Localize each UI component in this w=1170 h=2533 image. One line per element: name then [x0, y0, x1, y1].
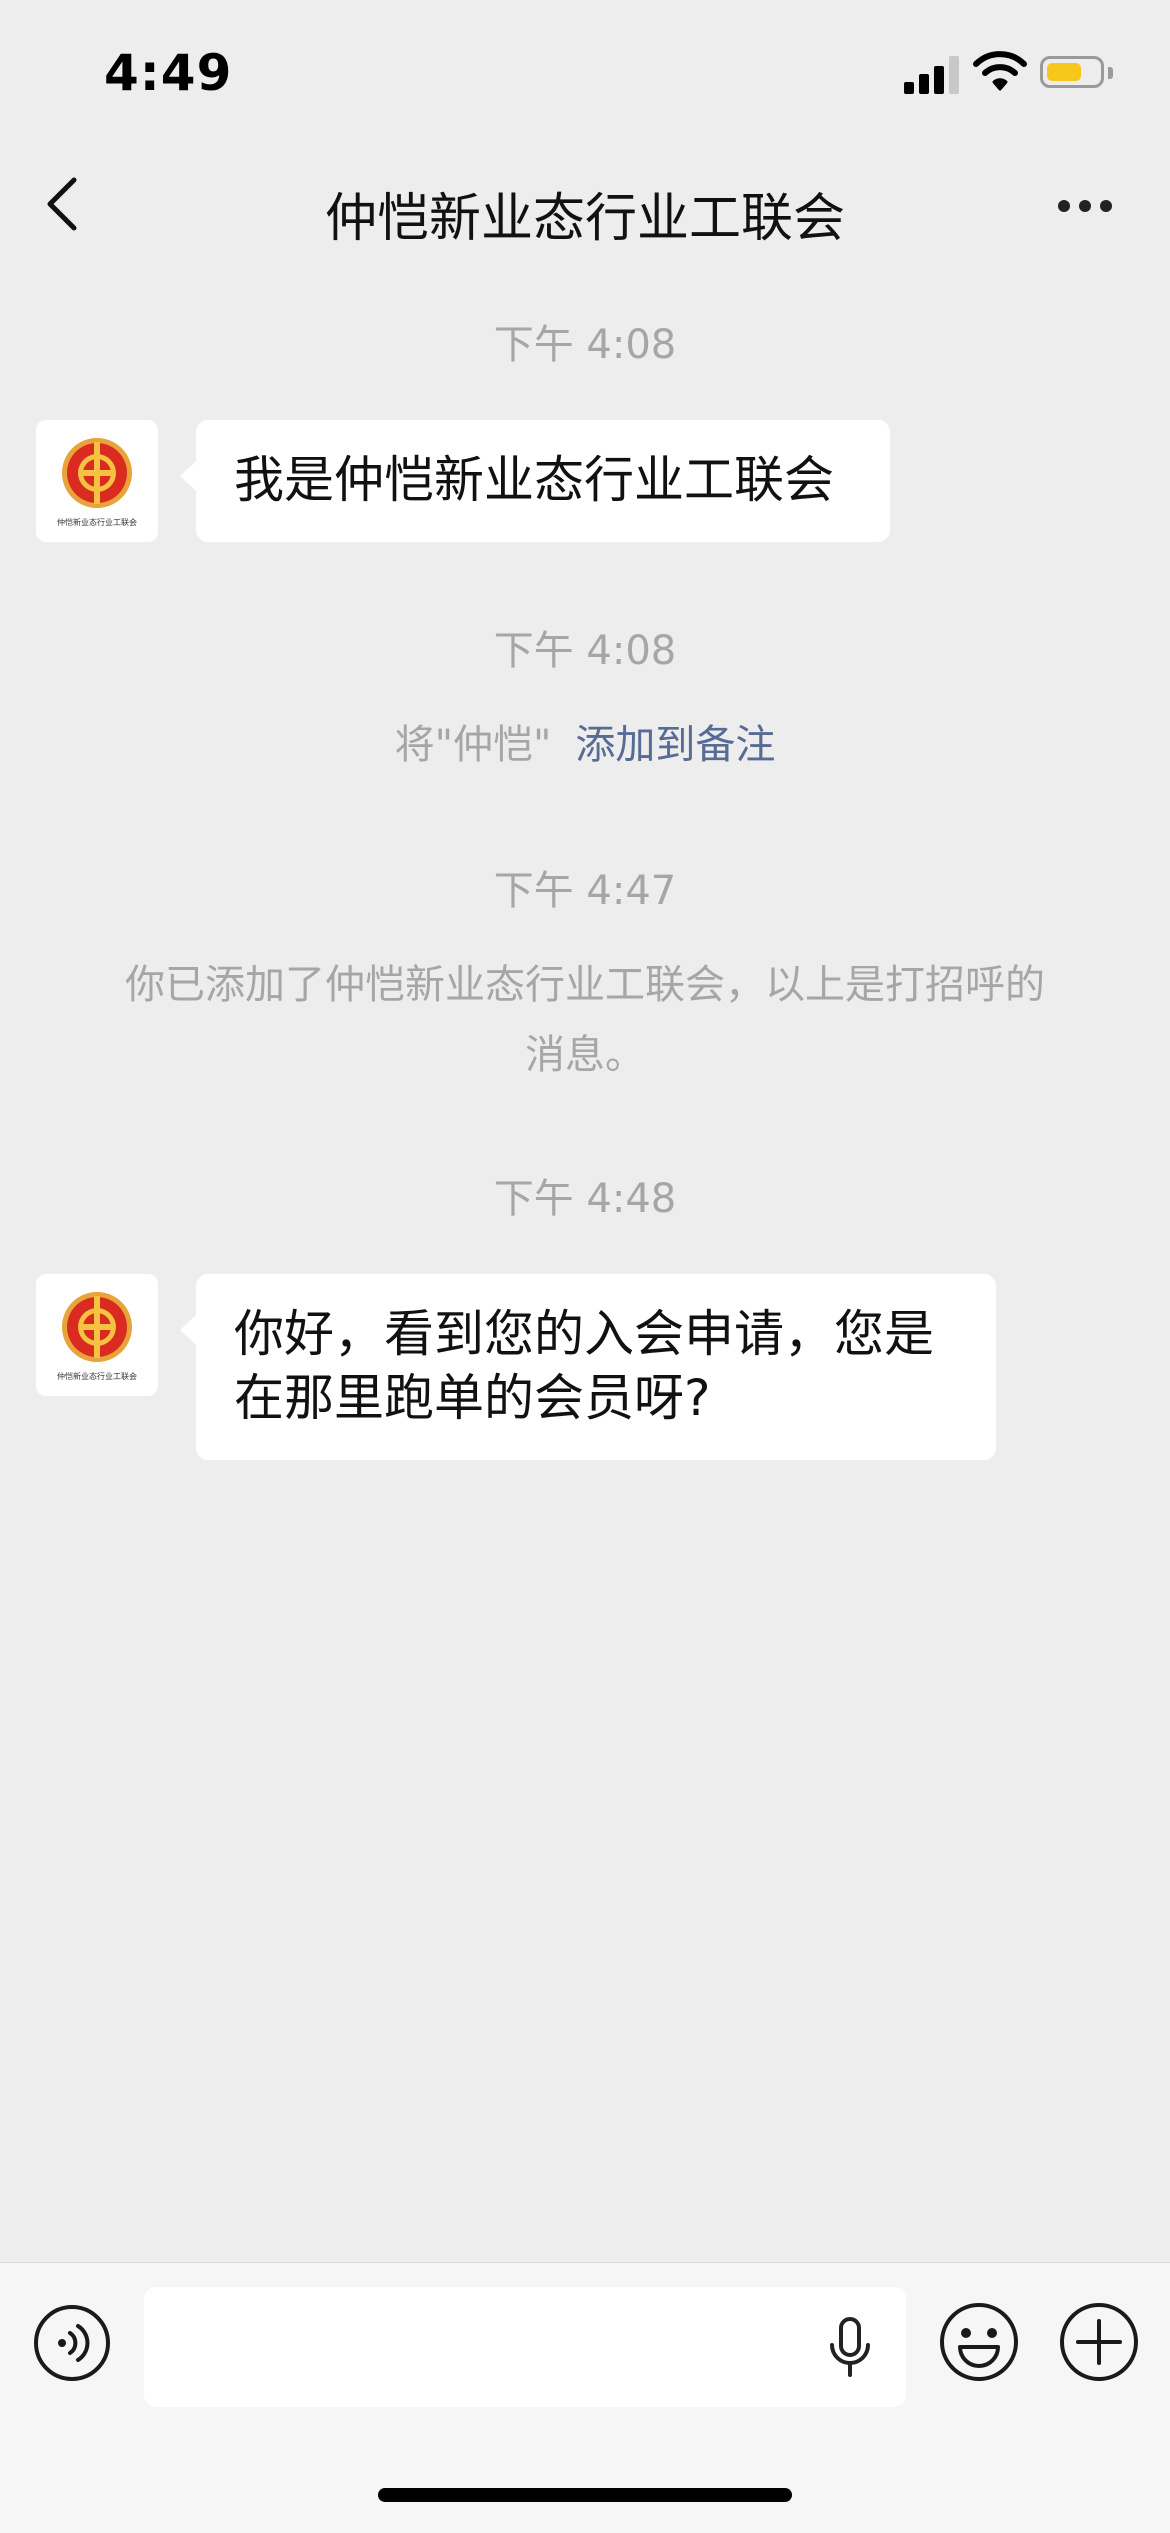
voice-icon[interactable] [32, 2303, 112, 2383]
mic-icon[interactable] [820, 2315, 880, 2381]
avatar-caption: 仲恺新业态行业工联会 [57, 518, 137, 527]
more-dots-icon[interactable] [1050, 176, 1120, 236]
emoji-icon[interactable] [938, 2301, 1020, 2383]
union-logo-icon [62, 438, 132, 508]
home-indicator[interactable] [378, 2488, 792, 2502]
union-logo-icon [62, 1292, 132, 1362]
message-text: 我是仲恺新业态行业工联会 [234, 451, 834, 509]
nav-bar: 仲恺新业态行业工联会 [0, 140, 1170, 270]
wifi-icon [973, 51, 1027, 91]
message-text-line: 你好，看到您的入会申请，您是 [234, 1305, 934, 1363]
chevron-left-icon[interactable] [34, 168, 94, 240]
added-notice: 你已添加了仲恺新业态行业工联会，以上是打招呼的 消息。 [80, 950, 1090, 1090]
avatar[interactable]: 仲恺新业态行业工联会 [36, 420, 158, 542]
status-bar: 4:49 [0, 0, 1170, 140]
avatar-caption: 仲恺新业态行业工联会 [57, 1372, 137, 1381]
battery-icon [1040, 56, 1104, 88]
message-bubble[interactable]: 你好，看到您的入会申请，您是 在那里跑单的会员呀? [180, 1274, 996, 1460]
plus-icon[interactable] [1058, 2301, 1140, 2383]
battery-tip [1108, 67, 1113, 79]
status-time: 4:49 [104, 44, 233, 102]
added-notice-line: 消息。 [525, 1032, 645, 1078]
message-timestamp: 下午 4:08 [493, 628, 677, 674]
add-remark-link[interactable]: 添加到备注 [575, 722, 775, 768]
signal-icon [904, 54, 964, 94]
avatar[interactable]: 仲恺新业态行业工联会 [36, 1274, 158, 1396]
message-input[interactable] [144, 2287, 906, 2407]
message-timestamp: 下午 4:48 [493, 1176, 677, 1222]
chat-title: 仲恺新业态行业工联会 [324, 189, 845, 249]
added-notice-line: 你已添加了仲恺新业态行业工联会，以上是打招呼的 [125, 962, 1045, 1008]
battery-level [1047, 63, 1081, 81]
remark-prompt-text: 将"仲恺" [394, 722, 552, 768]
remark-prompt: 将"仲恺" 添加到备注 [80, 710, 1090, 780]
message-bubble[interactable]: 我是仲恺新业态行业工联会 [180, 420, 890, 542]
message-timestamp: 下午 4:47 [493, 868, 677, 914]
message-timestamp: 下午 4:08 [493, 322, 677, 368]
message-text-line: 在那里跑单的会员呀? [234, 1369, 711, 1427]
